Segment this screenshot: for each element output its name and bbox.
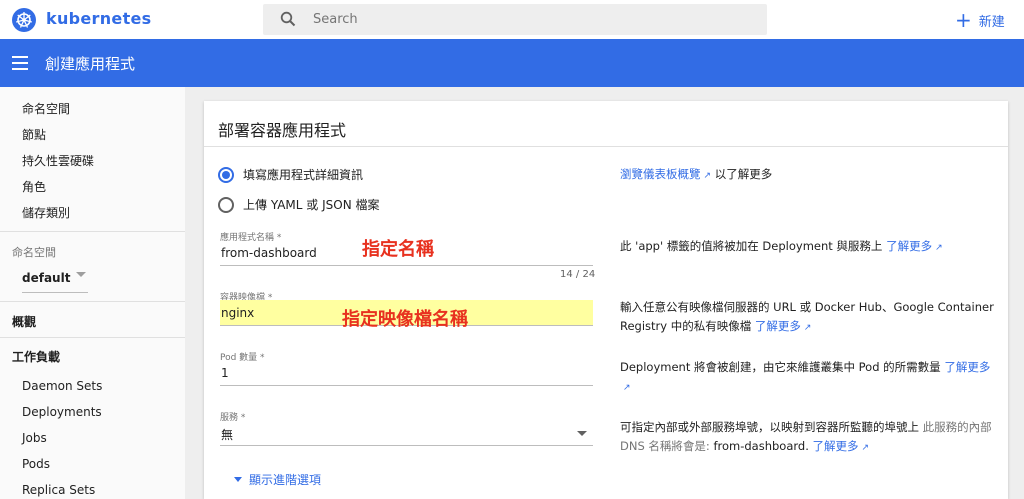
radio-upload-file[interactable]: 上傳 YAML 或 JSON 檔案 bbox=[218, 196, 379, 213]
sidebar-divider bbox=[0, 301, 185, 302]
learn-more-link[interactable]: 了解更多 bbox=[813, 439, 859, 453]
sidebar-item-overview[interactable]: 概觀 bbox=[12, 313, 36, 330]
overview-suffix: 以了解更多 bbox=[714, 167, 773, 181]
namespace-value: default bbox=[22, 271, 71, 285]
service-value: 無 bbox=[221, 428, 234, 442]
search-bar[interactable] bbox=[263, 4, 767, 35]
annotation-name: 指定名稱 bbox=[362, 239, 434, 260]
search-icon bbox=[280, 11, 296, 27]
namespace-label: 命名空間 bbox=[12, 246, 56, 259]
kubernetes-logo-icon[interactable] bbox=[12, 8, 36, 32]
sidebar-item-namespaces[interactable]: 命名空間 bbox=[22, 100, 70, 117]
external-link-icon: ↗ bbox=[935, 243, 943, 253]
pods-input[interactable] bbox=[220, 360, 593, 385]
external-link-icon: ↗ bbox=[703, 171, 712, 181]
dropdown-arrow-icon bbox=[76, 272, 86, 277]
radio-upload-file-label: 上傳 YAML 或 JSON 檔案 bbox=[243, 198, 380, 212]
help-pods-text: Deployment 將會被創建，由它來維護叢集中 Pod 的所需數量 bbox=[620, 360, 941, 374]
sidebar-item-replica-sets[interactable]: Replica Sets bbox=[22, 483, 95, 497]
learn-more-link[interactable]: 了解更多 bbox=[755, 319, 801, 333]
help-service-text: 可指定內部或外部服務埠號，以映射到容器所監聽的埠號上 bbox=[620, 420, 919, 434]
sidebar-item-daemon-sets[interactable]: Daemon Sets bbox=[22, 379, 102, 393]
page-title: 創建應用程式 bbox=[45, 55, 136, 73]
sidebar-divider bbox=[0, 337, 185, 338]
expand-arrow-icon bbox=[234, 477, 242, 482]
sidebar-item-workloads[interactable]: 工作負載 bbox=[12, 348, 60, 365]
help-image: 輸入任意公有映像檔伺服器的 URL 或 Docker Hub、Google Co… bbox=[620, 298, 995, 338]
radio-checked-icon bbox=[218, 166, 234, 183]
help-pods: Deployment 將會被創建，由它來維護叢集中 Pod 的所需數量 了解更多… bbox=[620, 358, 995, 398]
help-app-name-text: 此 'app' 標籤的值將被加在 Deployment 與服務上 bbox=[620, 239, 883, 253]
sidebar-item-persistent-volumes[interactable]: 持久性雲硬碟 bbox=[22, 152, 94, 169]
sidebar-item-jobs[interactable]: Jobs bbox=[22, 431, 47, 445]
help-service: 可指定內部或外部服務埠號，以映射到容器所監聽的埠號上 此服務的內部 DNS 名稱… bbox=[620, 418, 995, 458]
radio-unchecked-icon bbox=[218, 196, 234, 213]
sidebar: 命名空間 節點 持久性雲硬碟 角色 儲存類別 命名空間 default 概觀 工… bbox=[0, 87, 185, 499]
app-name-counter: 14 / 24 bbox=[560, 269, 596, 280]
sidebar-item-nodes[interactable]: 節點 bbox=[22, 126, 46, 143]
annotation-image: 指定映像檔名稱 bbox=[342, 309, 468, 330]
help-app-name: 此 'app' 標籤的值將被加在 Deployment 與服務上 了解更多 ↗ bbox=[620, 237, 995, 258]
learn-more-link[interactable]: 了解更多 bbox=[886, 239, 932, 253]
hamburger-menu-icon[interactable] bbox=[12, 56, 28, 70]
namespace-select[interactable]: default bbox=[22, 267, 88, 293]
create-button-label: 新建 bbox=[978, 14, 1005, 30]
external-link-icon: ↗ bbox=[861, 443, 870, 453]
show-advanced-options-button[interactable]: 顯示進階選項 bbox=[234, 471, 321, 488]
card-title: 部署容器應用程式 bbox=[218, 121, 347, 140]
external-link-icon: ↗ bbox=[803, 323, 812, 333]
app-bar: 創建應用程式 bbox=[0, 39, 1024, 87]
sidebar-item-pods[interactable]: Pods bbox=[22, 457, 50, 471]
sidebar-item-deployments[interactable]: Deployments bbox=[22, 405, 102, 419]
sidebar-divider bbox=[0, 231, 185, 232]
create-button[interactable]: + 新建 bbox=[955, 9, 1005, 31]
radio-fill-details[interactable]: 填寫應用程式詳細資訊 bbox=[218, 166, 363, 183]
brand-name[interactable]: kubernetes bbox=[46, 9, 152, 28]
service-dns-name: from-dashboard. bbox=[713, 439, 809, 453]
external-link-icon: ↗ bbox=[623, 383, 631, 393]
deploy-form-card: 部署容器應用程式 填寫應用程式詳細資訊 上傳 YAML 或 JSON 檔案 應用… bbox=[204, 101, 1008, 499]
radio-fill-details-label: 填寫應用程式詳細資訊 bbox=[243, 168, 364, 182]
top-bar: kubernetes + 新建 bbox=[0, 0, 1024, 39]
pods-field[interactable] bbox=[220, 360, 593, 386]
overview-link[interactable]: 瀏覽儀表板概覽 bbox=[620, 167, 701, 181]
service-select[interactable]: 無 bbox=[220, 420, 593, 446]
search-input[interactable] bbox=[313, 4, 753, 35]
card-divider bbox=[204, 146, 1008, 147]
dropdown-arrow-icon bbox=[577, 431, 587, 436]
learn-more-link[interactable]: 了解更多 bbox=[944, 360, 990, 374]
show-advanced-options-label: 顯示進階選項 bbox=[249, 473, 322, 487]
plus-icon: + bbox=[955, 8, 972, 32]
sidebar-item-roles[interactable]: 角色 bbox=[22, 178, 46, 195]
sidebar-item-storage-classes[interactable]: 儲存類別 bbox=[22, 204, 70, 221]
help-overview: 瀏覽儀表板概覽 ↗ 以了解更多 bbox=[620, 165, 995, 186]
